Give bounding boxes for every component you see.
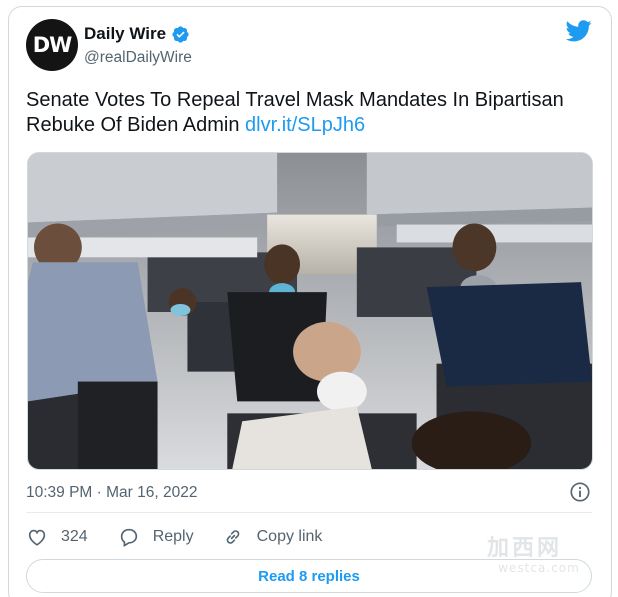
like-count: 324 <box>61 528 88 545</box>
read-replies-label: Read 8 replies <box>258 567 360 585</box>
reply-label: Reply <box>152 528 194 545</box>
avatar[interactable]: DW <box>26 19 78 71</box>
tweet-text: Senate Votes To Repeal Travel Mask Manda… <box>26 88 586 138</box>
tweet-photo[interactable] <box>27 152 593 470</box>
reply-bubble-icon <box>120 528 137 547</box>
author-name-row[interactable]: Daily Wire <box>84 24 190 44</box>
tweet-link[interactable]: dlvr.it/SLpJh6 <box>245 114 365 136</box>
watermark-logo: 加西网 <box>487 536 563 561</box>
verified-badge-icon <box>172 25 189 43</box>
site-watermark: 加西网 westca.com <box>487 537 591 579</box>
tweet-actions: 324 Reply Copy link <box>26 524 322 550</box>
divider <box>26 512 592 513</box>
copy-link-button[interactable]: Copy link <box>222 526 323 548</box>
twitter-bird-icon[interactable] <box>566 20 592 42</box>
airplane-cabin-photo <box>28 153 592 469</box>
avatar-text: DW <box>32 33 73 57</box>
tweet-timestamp[interactable]: 10:39 PM · Mar 16, 2022 <box>26 484 197 502</box>
author-display-name[interactable]: Daily Wire <box>84 24 166 44</box>
author-handle[interactable]: @realDailyWire <box>84 49 192 67</box>
reply-button[interactable]: Reply <box>118 526 194 548</box>
watermark-domain: westca.com <box>498 561 580 575</box>
info-icon[interactable] <box>569 481 591 503</box>
link-chain-icon <box>226 530 239 544</box>
heart-icon <box>28 529 46 546</box>
copy-link-label: Copy link <box>256 528 323 545</box>
like-button[interactable]: 324 <box>26 526 88 548</box>
